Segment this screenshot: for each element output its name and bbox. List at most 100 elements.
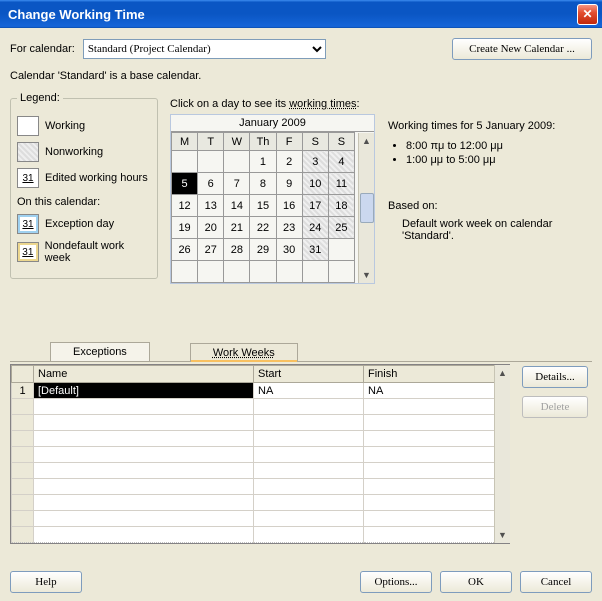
calendar-day-cell[interactable]: 21 — [224, 217, 250, 239]
calendar-day-cell[interactable]: 16 — [276, 195, 302, 217]
grid-scrollbar[interactable]: ▲ ▼ — [494, 365, 510, 543]
scroll-down-icon[interactable]: ▼ — [360, 267, 374, 283]
calendar-day-cell[interactable]: 14 — [224, 195, 250, 217]
grid-cell-finish[interactable]: NA — [364, 383, 509, 399]
grid-cell-rownum[interactable]: 1 — [12, 383, 34, 399]
grid-cell-name[interactable] — [34, 495, 254, 511]
calendar-day-cell[interactable]: 6 — [198, 173, 224, 195]
grid-cell-finish[interactable] — [364, 479, 509, 495]
table-row[interactable] — [12, 511, 509, 527]
grid-cell-start[interactable] — [254, 447, 364, 463]
calendar-day-cell[interactable]: 9 — [276, 173, 302, 195]
grid-cell-name[interactable] — [34, 527, 254, 543]
table-row[interactable] — [12, 447, 509, 463]
grid-cell-finish[interactable] — [364, 495, 509, 511]
scroll-up-icon[interactable]: ▲ — [360, 133, 374, 149]
grid-cell-start[interactable] — [254, 495, 364, 511]
calendar-day-cell[interactable]: 27 — [198, 239, 224, 261]
calendar-day-cell[interactable]: 20 — [198, 217, 224, 239]
calendar-day-cell[interactable]: 19 — [172, 217, 198, 239]
grid-cell-rownum[interactable] — [12, 415, 34, 431]
grid-cell-name[interactable] — [34, 479, 254, 495]
scroll-down-icon[interactable]: ▼ — [496, 527, 510, 543]
grid-cell-rownum[interactable] — [12, 527, 34, 543]
scroll-thumb[interactable] — [360, 193, 374, 223]
work-weeks-grid[interactable]: NameStartFinish1[Default]NANA ▲ ▼ — [10, 364, 510, 544]
grid-cell-rownum[interactable] — [12, 511, 34, 527]
grid-cell-start[interactable] — [254, 399, 364, 415]
grid-cell-finish[interactable] — [364, 431, 509, 447]
calendar-day-cell[interactable]: 12 — [172, 195, 198, 217]
grid-cell-rownum[interactable] — [12, 431, 34, 447]
calendar-select[interactable]: Standard (Project Calendar) — [83, 39, 326, 59]
calendar-day-cell[interactable]: 1 — [250, 151, 276, 173]
calendar-day-cell[interactable]: 30 — [276, 239, 302, 261]
calendar-day-cell[interactable]: 7 — [224, 173, 250, 195]
calendar-day-cell[interactable]: 11 — [328, 173, 354, 195]
calendar-day-cell[interactable]: 13 — [198, 195, 224, 217]
grid-cell-name[interactable] — [34, 463, 254, 479]
scroll-up-icon[interactable]: ▲ — [496, 365, 510, 381]
table-row[interactable] — [12, 463, 509, 479]
grid-cell-name[interactable] — [34, 511, 254, 527]
help-button[interactable]: Help — [10, 571, 82, 593]
grid-cell-start[interactable] — [254, 463, 364, 479]
calendar-day-cell[interactable]: 26 — [172, 239, 198, 261]
calendar-day-cell[interactable]: 28 — [224, 239, 250, 261]
grid-cell-name[interactable] — [34, 399, 254, 415]
calendar-scrollbar[interactable]: ▲ ▼ — [358, 133, 374, 283]
close-button[interactable]: ✕ — [577, 4, 598, 25]
grid-cell-finish[interactable] — [364, 511, 509, 527]
table-row[interactable] — [12, 399, 509, 415]
details-button[interactable]: Details... — [522, 366, 588, 388]
table-row[interactable] — [12, 527, 509, 543]
table-row[interactable] — [12, 431, 509, 447]
calendar-day-cell[interactable]: 10 — [302, 173, 328, 195]
calendar-day-cell[interactable]: 29 — [250, 239, 276, 261]
grid-header-start[interactable]: Start — [254, 366, 364, 383]
table-row[interactable] — [12, 415, 509, 431]
calendar-day-cell[interactable]: 8 — [250, 173, 276, 195]
grid-cell-name[interactable] — [34, 447, 254, 463]
table-row[interactable] — [12, 495, 509, 511]
grid-cell-rownum[interactable] — [12, 447, 34, 463]
calendar-day-cell[interactable]: 22 — [250, 217, 276, 239]
calendar-day-cell[interactable]: 17 — [302, 195, 328, 217]
tab-exceptions[interactable]: Exceptions — [50, 342, 150, 361]
calendar-day-cell[interactable]: 5 — [172, 173, 198, 195]
calendar-day-cell[interactable]: 25 — [328, 217, 354, 239]
calendar-day-cell[interactable]: 23 — [276, 217, 302, 239]
grid-cell-rownum[interactable] — [12, 463, 34, 479]
options-button[interactable]: Options... — [360, 571, 432, 593]
grid-cell-rownum[interactable] — [12, 479, 34, 495]
grid-header-name[interactable]: Name — [34, 366, 254, 383]
grid-cell-name[interactable] — [34, 431, 254, 447]
create-new-calendar-button[interactable]: Create New Calendar ... — [452, 38, 592, 60]
table-row[interactable] — [12, 479, 509, 495]
calendar-day-cell[interactable]: 3 — [302, 151, 328, 173]
grid-header-finish[interactable]: Finish — [364, 366, 509, 383]
grid-cell-finish[interactable] — [364, 527, 509, 543]
calendar-day-cell[interactable]: 31 — [302, 239, 328, 261]
grid-cell-rownum[interactable] — [12, 399, 34, 415]
grid-cell-finish[interactable] — [364, 415, 509, 431]
grid-cell-start[interactable] — [254, 431, 364, 447]
grid-cell-rownum[interactable] — [12, 495, 34, 511]
ok-button[interactable]: OK — [440, 571, 512, 593]
cancel-button[interactable]: Cancel — [520, 571, 592, 593]
calendar-day-cell[interactable]: 4 — [328, 151, 354, 173]
tab-work-weeks[interactable]: Work Weeks — [190, 343, 298, 362]
calendar-grid[interactable]: January 2009 MTWThFSS1234567891011121314… — [170, 114, 375, 284]
calendar-day-cell[interactable]: 18 — [328, 195, 354, 217]
grid-cell-finish[interactable] — [364, 399, 509, 415]
grid-cell-finish[interactable] — [364, 463, 509, 479]
grid-cell-start[interactable] — [254, 415, 364, 431]
grid-cell-start[interactable] — [254, 479, 364, 495]
table-row[interactable]: 1[Default]NANA — [12, 383, 509, 399]
grid-cell-name[interactable] — [34, 415, 254, 431]
grid-cell-name[interactable]: [Default] — [34, 383, 254, 399]
grid-cell-start[interactable]: NA — [254, 383, 364, 399]
grid-cell-finish[interactable] — [364, 447, 509, 463]
calendar-day-cell[interactable]: 2 — [276, 151, 302, 173]
grid-cell-start[interactable] — [254, 511, 364, 527]
